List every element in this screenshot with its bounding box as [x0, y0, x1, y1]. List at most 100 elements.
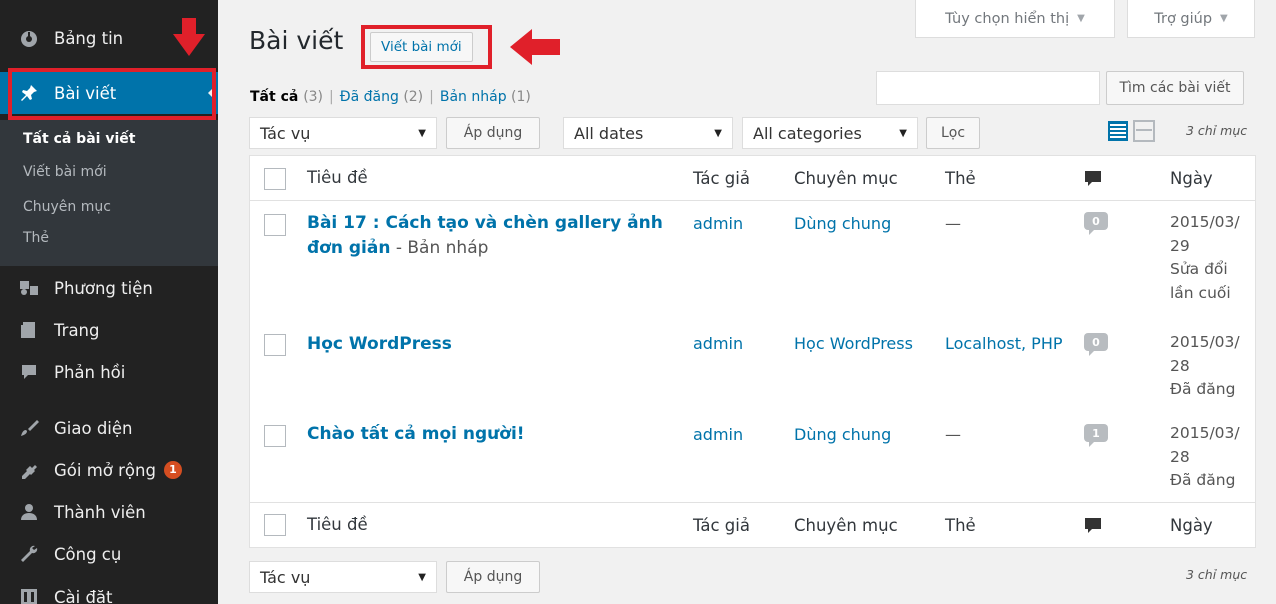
dropdown-triangle-icon: ▼	[1220, 13, 1228, 24]
select-all-checkbox[interactable]	[264, 168, 286, 190]
comment-column-icon[interactable]	[1083, 169, 1103, 189]
column-tags-header: Thẻ	[945, 169, 976, 188]
post-category-link[interactable]: Học WordPress	[794, 334, 913, 353]
menu-dashboard-label: Bảng tin	[54, 28, 124, 48]
column-author-footer: Tác giả	[693, 516, 750, 535]
settings-icon	[18, 587, 40, 604]
help-label: Trợ giúp	[1154, 10, 1213, 27]
column-date-header[interactable]: Ngày	[1170, 169, 1213, 188]
annotation-arrow-down-icon	[173, 18, 205, 56]
menu-appearance[interactable]: Giao diện	[0, 407, 218, 449]
annotation-box-add-new	[361, 25, 492, 69]
dropdown-triangle-icon: ▼	[1077, 13, 1085, 24]
comment-count-bubble[interactable]: 0	[1084, 333, 1108, 356]
bulk-actions-select-bottom[interactable]: Tác vụ ▼	[249, 561, 437, 593]
menu-plugins[interactable]: Gói mở rộng 1	[0, 449, 218, 491]
post-author-link[interactable]: admin	[693, 334, 743, 353]
menu-pages-label: Trang	[54, 320, 100, 340]
comment-column-icon[interactable]	[1083, 516, 1103, 536]
row-checkbox[interactable]	[264, 214, 286, 236]
menu-users[interactable]: Thành viên	[0, 491, 218, 533]
posts-submenu: Tất cả bài viết Viết bài mới Chuyên mục …	[0, 120, 218, 266]
select-arrow-icon: ▼	[418, 127, 426, 139]
items-count-top: 3 chỉ mục	[1186, 123, 1248, 138]
menu-pages[interactable]: Trang	[0, 309, 218, 351]
filter-button[interactable]: Lọc	[926, 117, 980, 149]
post-author-link[interactable]: admin	[693, 425, 743, 444]
menu-users-label: Thành viên	[54, 502, 146, 522]
page-title: Bài viết	[249, 26, 344, 55]
post-tags: —	[945, 425, 961, 444]
column-category-header: Chuyên mục	[794, 169, 898, 188]
post-state: - Bản nháp	[390, 238, 489, 258]
search-posts-input[interactable]	[876, 71, 1100, 105]
screen-options-label: Tùy chọn hiển thị	[945, 10, 1070, 27]
annotation-box-posts	[8, 68, 216, 120]
items-count-bottom: 3 chỉ mục	[1186, 567, 1248, 582]
post-title-link[interactable]: Bài 17 : Cách tạo và chèn gallery ảnh đơ…	[307, 211, 663, 261]
menu-appearance-label: Giao diện	[54, 418, 133, 438]
excerpt-view-icon[interactable]	[1133, 120, 1155, 142]
post-title-link[interactable]: Chào tất cả mọi người!	[307, 422, 525, 447]
column-author-header: Tác giả	[693, 169, 750, 188]
posts-table: Tiêu đề Tác giả Chuyên mục Thẻ Ngày Bài …	[249, 155, 1256, 548]
menu-comments[interactable]: Phản hồi	[0, 351, 218, 393]
screen-options-tab[interactable]: Tùy chọn hiển thị ▼	[915, 0, 1115, 38]
column-title-footer[interactable]: Tiêu đề	[307, 515, 368, 534]
filter-all[interactable]: Tất cả (3)	[250, 89, 323, 105]
select-all-checkbox-footer[interactable]	[264, 514, 286, 536]
help-tab[interactable]: Trợ giúp ▼	[1127, 0, 1255, 38]
filter-draft[interactable]: Bản nháp (1)	[440, 89, 531, 105]
plugin-icon	[18, 460, 40, 480]
column-category-footer: Chuyên mục	[794, 516, 898, 535]
comment-count-bubble[interactable]: 1	[1084, 424, 1108, 447]
post-category-link[interactable]: Dùng chung	[794, 214, 891, 233]
menu-comments-label: Phản hồi	[54, 362, 126, 382]
dashboard-icon	[18, 28, 40, 48]
select-arrow-icon: ▼	[714, 127, 722, 139]
list-view-icon[interactable]	[1107, 120, 1129, 142]
post-author-link[interactable]: admin	[693, 214, 743, 233]
menu-media[interactable]: Phương tiện	[0, 267, 218, 309]
menu-tools-label: Công cụ	[54, 544, 122, 564]
brush-icon	[18, 418, 40, 438]
search-posts-button[interactable]: Tìm các bài viết	[1106, 71, 1244, 105]
select-arrow-icon: ▼	[899, 127, 907, 139]
filter-published[interactable]: Đã đăng (2)	[340, 89, 423, 105]
media-icon	[18, 278, 40, 298]
apply-button-top[interactable]: Áp dụng	[446, 117, 540, 149]
menu-tools[interactable]: Công cụ	[0, 533, 218, 575]
column-title-header[interactable]: Tiêu đề	[307, 168, 368, 187]
post-title-link[interactable]: Học WordPress	[307, 332, 452, 357]
post-date: 2015/03/28 Đã đăng	[1170, 424, 1240, 489]
annotation-arrow-left-icon	[510, 29, 560, 65]
dates-filter-select[interactable]: All dates ▼	[563, 117, 733, 149]
column-date-footer[interactable]: Ngày	[1170, 516, 1213, 535]
column-tags-footer: Thẻ	[945, 516, 976, 535]
menu-plugins-label: Gói mở rộng	[54, 460, 156, 480]
menu-settings[interactable]: Cài đặt	[0, 576, 218, 604]
wrench-icon	[18, 544, 40, 564]
post-tags-link[interactable]: Localhost, PHP	[945, 334, 1063, 353]
submenu-all-posts[interactable]: Tất cả bài viết	[23, 131, 135, 147]
user-icon	[18, 502, 40, 522]
plugin-update-badge: 1	[163, 461, 182, 479]
submenu-categories[interactable]: Chuyên mục	[23, 199, 111, 215]
apply-button-bottom[interactable]: Áp dụng	[446, 561, 540, 593]
post-date: 2015/03/28 Đã đăng	[1170, 333, 1240, 398]
submenu-tags[interactable]: Thẻ	[23, 230, 49, 246]
comment-count-bubble[interactable]: 0	[1084, 212, 1108, 235]
submenu-add-new[interactable]: Viết bài mới	[23, 164, 107, 180]
post-status-filters: Tất cả (3) | Đã đăng (2) | Bản nháp (1)	[250, 89, 531, 105]
post-date: 2015/03/29 Sửa đổi lần cuối	[1170, 213, 1240, 302]
post-category-link[interactable]: Dùng chung	[794, 425, 891, 444]
page-icon	[18, 320, 40, 340]
menu-media-label: Phương tiện	[54, 278, 153, 298]
row-checkbox[interactable]	[264, 425, 286, 447]
categories-filter-select[interactable]: All categories ▼	[742, 117, 918, 149]
row-checkbox[interactable]	[264, 334, 286, 356]
select-arrow-icon: ▼	[418, 571, 426, 583]
bulk-actions-select-top[interactable]: Tác vụ ▼	[249, 117, 437, 149]
main-content: Tùy chọn hiển thị ▼ Trợ giúp ▼ Bài viết …	[218, 0, 1276, 604]
post-tags: —	[945, 214, 961, 233]
